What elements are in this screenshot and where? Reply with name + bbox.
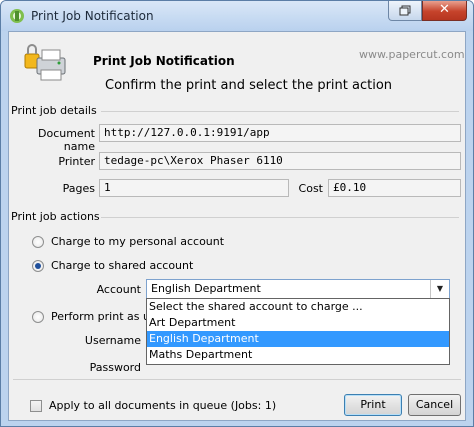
papercut-app-icon: [10, 9, 24, 23]
actions-divider: [101, 217, 459, 218]
cost-label: Cost: [298, 182, 323, 195]
dropdown-option[interactable]: Select the shared account to charge ...: [147, 299, 449, 315]
dropdown-option-selected[interactable]: English Department: [147, 331, 449, 347]
papercut-link[interactable]: www.papercut.com: [359, 48, 465, 61]
dialog-title: Print Job Notification: [93, 54, 235, 68]
dialog-body: Print Job Notification www.papercut.com …: [8, 31, 466, 421]
restore-icon: [399, 5, 411, 16]
print-job-actions-heading: Print job actions: [11, 210, 100, 223]
printer-field: tedage-pc\Xerox Phaser 6110: [99, 152, 461, 170]
account-select-value: English Department: [151, 282, 261, 295]
dropdown-arrow-icon[interactable]: ▼: [430, 280, 449, 298]
print-job-details-heading: Print job details: [11, 104, 97, 117]
pages-field: 1: [99, 179, 289, 197]
details-divider: [101, 111, 459, 112]
apply-all-label[interactable]: Apply to all documents in queue (Jobs: 1…: [49, 399, 276, 412]
account-label: Account: [96, 283, 141, 296]
shared-account-label[interactable]: Charge to shared account: [51, 259, 193, 272]
restore-button[interactable]: [388, 1, 422, 21]
print-job-window: Print Job Notification ✕ Print Job Notif…: [0, 0, 474, 427]
shared-account-radio[interactable]: [32, 260, 44, 272]
personal-account-label[interactable]: Charge to my personal account: [51, 235, 224, 248]
cancel-button[interactable]: Cancel: [408, 394, 461, 416]
dropdown-option[interactable]: Maths Department: [147, 347, 449, 363]
document-name-field: http://127.0.0.1:9191/app: [99, 124, 461, 142]
cost-field: £0.10: [328, 179, 461, 197]
password-label: Password: [89, 361, 141, 374]
dialog-subtitle: Confirm the print and select the print a…: [105, 78, 393, 93]
apply-all-checkbox[interactable]: [30, 400, 42, 412]
print-button[interactable]: Print: [344, 394, 402, 416]
printer-lock-icon: [24, 44, 66, 81]
printer-label: Printer: [58, 155, 95, 168]
account-dropdown-list[interactable]: Select the shared account to charge ... …: [146, 298, 450, 365]
window-title: Print Job Notification: [31, 9, 154, 23]
footer-divider: [13, 379, 461, 380]
document-name-label: Document name: [38, 127, 95, 153]
perform-as-user-radio[interactable]: [32, 311, 44, 323]
username-label: Username: [84, 334, 141, 347]
close-button[interactable]: ✕: [422, 1, 467, 21]
close-icon: ✕: [439, 2, 450, 17]
personal-account-radio[interactable]: [32, 236, 44, 248]
account-select[interactable]: English Department ▼: [146, 279, 450, 299]
dropdown-option[interactable]: Art Department: [147, 315, 449, 331]
title-bar[interactable]: Print Job Notification ✕: [1, 1, 473, 31]
perform-as-user-label[interactable]: Perform print as us: [51, 310, 156, 323]
pages-label: Pages: [62, 182, 95, 195]
